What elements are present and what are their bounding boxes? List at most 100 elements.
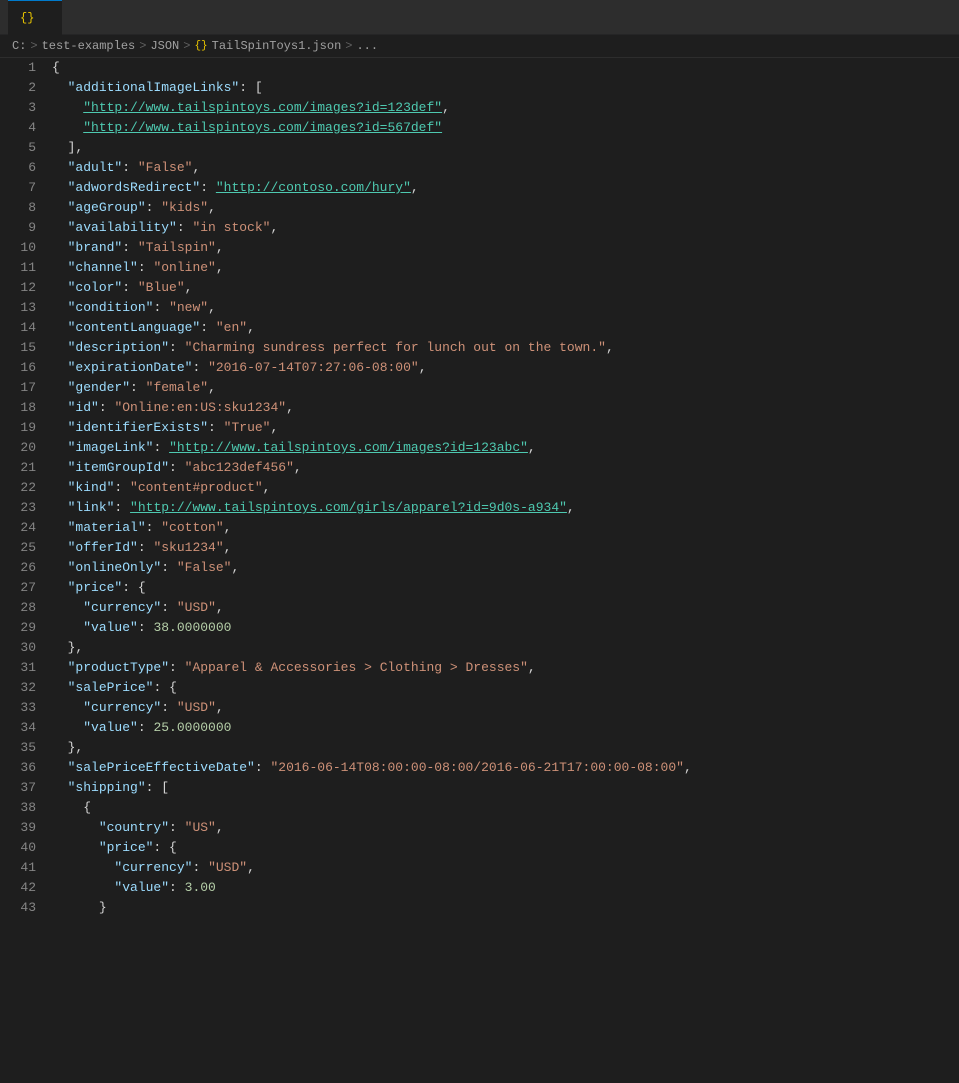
line-number: 26 [8, 558, 36, 578]
line-number: 40 [8, 838, 36, 858]
line-number: 25 [8, 538, 36, 558]
code-content: { "additionalImageLinks": [ "http://www.… [48, 58, 959, 918]
line-numbers: 1234567891011121314151617181920212223242… [0, 58, 48, 918]
line-number: 23 [8, 498, 36, 518]
breadcrumb-sep-1: > [30, 39, 37, 53]
breadcrumb-c: C: [12, 39, 26, 53]
line-number: 37 [8, 778, 36, 798]
breadcrumb-sep-4: > [345, 39, 352, 53]
code-line: } [48, 898, 959, 918]
line-number: 6 [8, 158, 36, 178]
code-line: "country": "US", [48, 818, 959, 838]
code-line: { [48, 798, 959, 818]
code-line: "offerId": "sku1234", [48, 538, 959, 558]
code-line: "gender": "female", [48, 378, 959, 398]
code-line: "contentLanguage": "en", [48, 318, 959, 338]
line-number: 21 [8, 458, 36, 478]
code-line: "onlineOnly": "False", [48, 558, 959, 578]
code-line: "condition": "new", [48, 298, 959, 318]
line-number: 9 [8, 218, 36, 238]
line-number: 33 [8, 698, 36, 718]
code-line: "imageLink": "http://www.tailspintoys.co… [48, 438, 959, 458]
line-number: 16 [8, 358, 36, 378]
code-line: "currency": "USD", [48, 598, 959, 618]
breadcrumb-json: JSON [150, 39, 179, 53]
code-line: "http://www.tailspintoys.com/images?id=1… [48, 98, 959, 118]
line-number: 14 [8, 318, 36, 338]
line-number: 18 [8, 398, 36, 418]
code-line: "currency": "USD", [48, 858, 959, 878]
code-line: "material": "cotton", [48, 518, 959, 538]
line-number: 32 [8, 678, 36, 698]
line-number: 12 [8, 278, 36, 298]
code-line: "currency": "USD", [48, 698, 959, 718]
code-line: "kind": "content#product", [48, 478, 959, 498]
code-line: "ageGroup": "kids", [48, 198, 959, 218]
line-number: 29 [8, 618, 36, 638]
code-line: "value": 38.0000000 [48, 618, 959, 638]
breadcrumb: C: > test-examples > JSON > {} TailSpinT… [0, 35, 959, 58]
code-line: "value": 3.00 [48, 878, 959, 898]
line-number: 36 [8, 758, 36, 778]
code-line: "brand": "Tailspin", [48, 238, 959, 258]
breadcrumb-ellipsis: ... [356, 39, 378, 53]
line-number: 5 [8, 138, 36, 158]
line-number: 20 [8, 438, 36, 458]
line-number: 13 [8, 298, 36, 318]
line-number: 11 [8, 258, 36, 278]
code-line: ], [48, 138, 959, 158]
line-number: 4 [8, 118, 36, 138]
breadcrumb-sep-2: > [139, 39, 146, 53]
code-line: "price": { [48, 578, 959, 598]
line-number: 19 [8, 418, 36, 438]
code-line: "availability": "in stock", [48, 218, 959, 238]
editor-area: 1234567891011121314151617181920212223242… [0, 58, 959, 918]
code-line: "salePrice": { [48, 678, 959, 698]
code-line: "expirationDate": "2016-07-14T07:27:06-0… [48, 358, 959, 378]
code-line: "color": "Blue", [48, 278, 959, 298]
code-line: "productType": "Apparel & Accessories > … [48, 658, 959, 678]
line-number: 39 [8, 818, 36, 838]
code-line: "link": "http://www.tailspintoys.com/gir… [48, 498, 959, 518]
breadcrumb-test-examples: test-examples [42, 39, 136, 53]
breadcrumb-filename: TailSpinToys1.json [212, 39, 342, 53]
line-number: 35 [8, 738, 36, 758]
code-line: "additionalImageLinks": [ [48, 78, 959, 98]
file-tab[interactable]: {} [8, 0, 62, 35]
code-line: }, [48, 638, 959, 658]
line-number: 43 [8, 898, 36, 918]
line-number: 27 [8, 578, 36, 598]
line-number: 3 [8, 98, 36, 118]
code-line: "itemGroupId": "abc123def456", [48, 458, 959, 478]
breadcrumb-file-icon: {} [194, 40, 207, 52]
code-line: "price": { [48, 838, 959, 858]
line-number: 8 [8, 198, 36, 218]
code-line: "http://www.tailspintoys.com/images?id=5… [48, 118, 959, 138]
title-bar: {} [0, 0, 959, 35]
code-line: }, [48, 738, 959, 758]
line-number: 41 [8, 858, 36, 878]
json-file-icon: {} [20, 11, 34, 25]
code-line: "id": "Online:en:US:sku1234", [48, 398, 959, 418]
line-number: 10 [8, 238, 36, 258]
code-line: "description": "Charming sundress perfec… [48, 338, 959, 358]
code-line: "shipping": [ [48, 778, 959, 798]
code-line: "adult": "False", [48, 158, 959, 178]
code-line: "salePriceEffectiveDate": "2016-06-14T08… [48, 758, 959, 778]
line-number: 7 [8, 178, 36, 198]
breadcrumb-sep-3: > [183, 39, 190, 53]
line-number: 15 [8, 338, 36, 358]
line-number: 22 [8, 478, 36, 498]
code-line: "identifierExists": "True", [48, 418, 959, 438]
line-number: 30 [8, 638, 36, 658]
code-line: "value": 25.0000000 [48, 718, 959, 738]
line-number: 28 [8, 598, 36, 618]
line-number: 24 [8, 518, 36, 538]
line-number: 1 [8, 58, 36, 78]
line-number: 34 [8, 718, 36, 738]
line-number: 17 [8, 378, 36, 398]
line-number: 31 [8, 658, 36, 678]
code-line: "channel": "online", [48, 258, 959, 278]
code-line: "adwordsRedirect": "http://contoso.com/h… [48, 178, 959, 198]
code-line: { [48, 58, 959, 78]
